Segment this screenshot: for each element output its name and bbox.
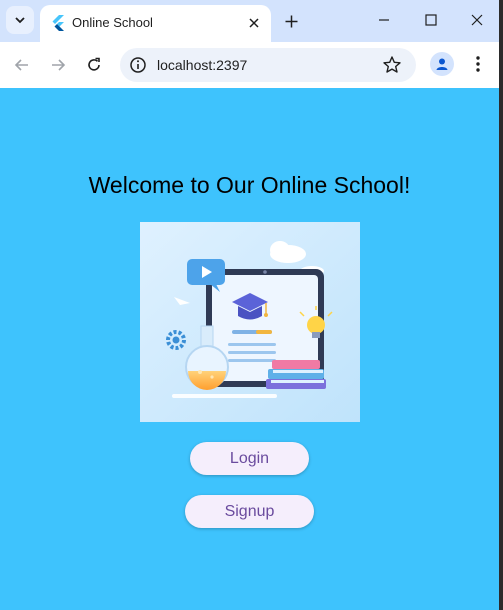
flutter-logo-icon (52, 15, 64, 31)
info-icon[interactable] (128, 55, 148, 75)
reload-icon (88, 57, 100, 71)
browser-tab[interactable]: Online School (40, 5, 271, 42)
tab-search-button[interactable] (6, 6, 34, 34)
reload-button[interactable] (80, 51, 108, 79)
close-tab-button[interactable] (245, 14, 263, 32)
address-bar[interactable]: localhost:2397 (120, 48, 416, 82)
plus-icon (285, 15, 297, 27)
maximize-button[interactable] (408, 0, 454, 40)
arrow-left-icon (14, 59, 28, 71)
browser-tab-strip: Online School (0, 0, 503, 42)
signup-button[interactable]: Signup (185, 495, 314, 528)
arrow-right-icon (52, 59, 66, 71)
url-text[interactable]: localhost:2397 (157, 57, 247, 73)
kebab-menu-icon (476, 56, 480, 72)
star-icon[interactable] (382, 55, 402, 75)
minimize-icon (379, 19, 389, 21)
minimize-button[interactable] (361, 0, 407, 40)
maximize-icon (425, 14, 437, 26)
profile-button[interactable] (430, 52, 454, 76)
page-title: Welcome to Our Online School! (88, 172, 411, 198)
forward-button[interactable] (44, 51, 72, 79)
close-icon (471, 14, 483, 26)
login-button[interactable]: Login (190, 442, 309, 475)
tab-title: Online School (72, 15, 153, 30)
chevron-down-icon (15, 17, 25, 24)
browser-toolbar: localhost:2397 (0, 42, 503, 88)
close-window-button[interactable] (454, 0, 500, 40)
books-icon (266, 360, 326, 389)
window-edge (499, 0, 503, 610)
page-content: Welcome to Our Online School! Login Sign… (0, 88, 499, 610)
person-icon (436, 58, 448, 70)
new-tab-button[interactable] (281, 11, 301, 31)
online-school-illustration (140, 222, 360, 422)
back-button[interactable] (8, 51, 36, 79)
browser-menu-button[interactable] (467, 52, 489, 76)
close-icon (249, 18, 259, 28)
